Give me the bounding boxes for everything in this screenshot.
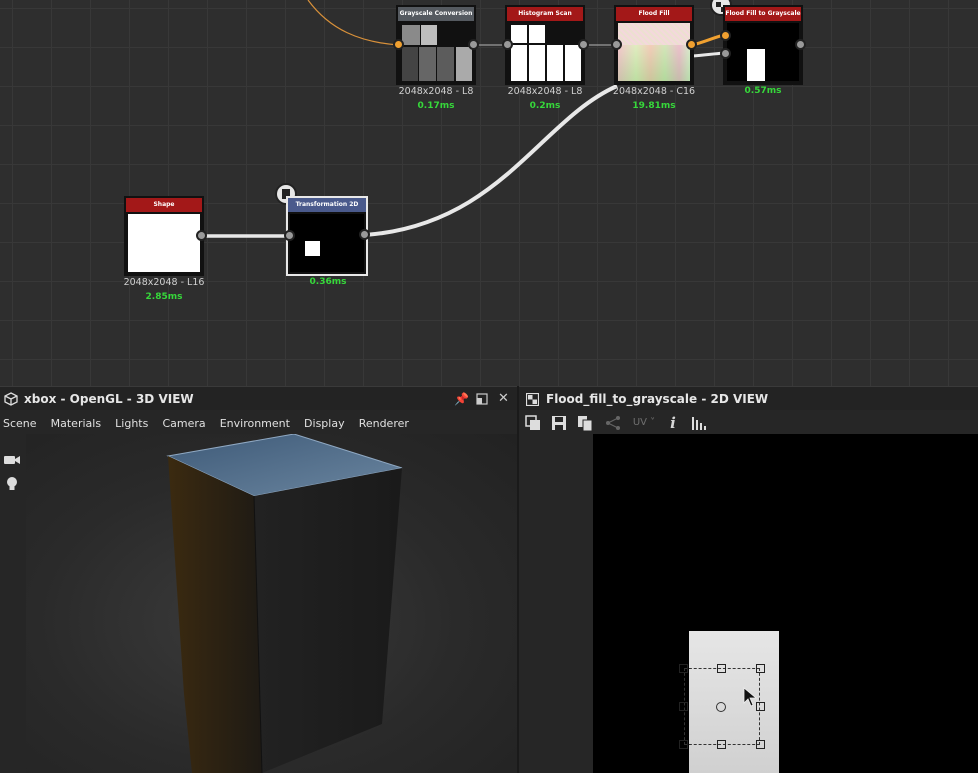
node-thumbnail bbox=[290, 214, 364, 272]
node-title: Grayscale Conversion bbox=[398, 7, 474, 21]
float-window-icon[interactable] bbox=[476, 393, 488, 405]
copy-icon[interactable] bbox=[577, 415, 593, 431]
chevron-down-icon: ˅ bbox=[646, 417, 656, 428]
camera-icon[interactable] bbox=[3, 454, 21, 466]
gizmo-handle-bl[interactable] bbox=[679, 740, 688, 749]
3d-view-panel[interactable]: xbox - OpenGL - 3D VIEW 📌 ✕ Scene Materi… bbox=[0, 386, 518, 773]
node-time: 19.81ms bbox=[632, 101, 676, 111]
node-time: 0.57ms bbox=[744, 86, 782, 96]
pin-icon[interactable]: 📌 bbox=[454, 387, 469, 411]
output-port[interactable] bbox=[196, 230, 207, 241]
node-flood-fill[interactable]: Flood Fill bbox=[614, 5, 694, 85]
gizmo-handle-br[interactable] bbox=[756, 740, 765, 749]
2d-view-header: Flood_fill_to_grayscale - 2D VIEW bbox=[519, 386, 978, 410]
input-port[interactable] bbox=[720, 30, 731, 41]
node-grayscale-conversion[interactable]: Grayscale Conversion bbox=[396, 5, 476, 85]
node-time: 0.2ms bbox=[529, 101, 561, 111]
input-port[interactable] bbox=[611, 39, 622, 50]
node-title: Histogram Scan bbox=[507, 7, 583, 21]
wire-input-orange bbox=[307, 0, 399, 46]
light-bulb-icon[interactable] bbox=[5, 476, 19, 492]
node-thumbnail bbox=[128, 214, 200, 272]
2d-viewport[interactable] bbox=[593, 434, 978, 773]
node-title: Shape bbox=[126, 198, 202, 212]
gizmo-handle-tr[interactable] bbox=[756, 664, 765, 673]
3d-viewport[interactable] bbox=[26, 434, 518, 773]
node-histogram-scan[interactable]: Histogram Scan bbox=[505, 5, 585, 85]
2d-view-panel[interactable]: Flood_fill_to_grayscale - 2D VIEW UV ˅ i bbox=[519, 386, 978, 773]
save-icon[interactable] bbox=[551, 415, 567, 431]
input-port[interactable] bbox=[720, 48, 731, 59]
node-resolution: 2048x2048 - L8 bbox=[507, 86, 583, 97]
node-thumbnail bbox=[618, 23, 690, 81]
gizmo-pivot[interactable] bbox=[716, 702, 726, 712]
3d-view-menubar: Scene Materials Lights Camera Environmen… bbox=[0, 412, 518, 434]
graph-wires bbox=[202, 0, 725, 238]
node-shape[interactable]: Shape bbox=[124, 196, 204, 276]
gizmo-handle-ml[interactable] bbox=[679, 702, 688, 711]
close-icon[interactable]: ✕ bbox=[498, 387, 509, 411]
3d-view-title: xbox - OpenGL - 3D VIEW bbox=[24, 392, 194, 406]
node-time: 0.17ms bbox=[417, 101, 455, 111]
node-title: Transformation 2D bbox=[288, 198, 366, 212]
3d-view-header: xbox - OpenGL - 3D VIEW 📌 ✕ bbox=[0, 386, 518, 410]
node-time: 2.85ms bbox=[145, 292, 183, 302]
node-thumbnail bbox=[509, 23, 581, 81]
layers-icon[interactable] bbox=[525, 415, 541, 431]
mouse-cursor-icon bbox=[743, 687, 758, 707]
node-thumbnail bbox=[400, 23, 472, 81]
gizmo-handle-bc[interactable] bbox=[717, 740, 726, 749]
node-time: 0.36ms bbox=[309, 277, 347, 287]
node-title: Flood Fill bbox=[616, 7, 692, 21]
menu-environment[interactable]: Environment bbox=[220, 417, 290, 430]
2d-view-title: Flood_fill_to_grayscale - 2D VIEW bbox=[546, 392, 769, 406]
input-port[interactable] bbox=[393, 39, 404, 50]
node-graph[interactable]: Grayscale Conversion 2048x2048 - L8 0.17… bbox=[0, 0, 978, 386]
3d-side-toolbar bbox=[0, 434, 26, 773]
3d-box-mesh bbox=[166, 434, 403, 773]
menu-scene[interactable]: Scene bbox=[3, 417, 37, 430]
menu-renderer[interactable]: Renderer bbox=[359, 417, 409, 430]
uv-dropdown[interactable]: UV ˅ bbox=[629, 415, 659, 431]
2d-view-toolbar: UV ˅ i bbox=[519, 412, 978, 434]
node-resolution: 2048x2048 - L8 bbox=[398, 86, 474, 97]
node-flood-fill-to-grayscale[interactable]: Flood Fill to Grayscale bbox=[723, 5, 803, 85]
share-icon bbox=[606, 416, 620, 430]
output-port[interactable] bbox=[468, 39, 479, 50]
output-port[interactable] bbox=[795, 39, 806, 50]
output-port[interactable] bbox=[578, 39, 589, 50]
node-thumbnail bbox=[727, 23, 799, 81]
node-resolution: 2048x2048 - L16 bbox=[123, 277, 205, 288]
menu-materials[interactable]: Materials bbox=[51, 417, 101, 430]
node-title: Flood Fill to Grayscale bbox=[725, 7, 801, 21]
menu-display[interactable]: Display bbox=[304, 417, 345, 430]
node-resolution: 2048x2048 - C16 bbox=[612, 86, 696, 97]
node-transformation-2d[interactable]: Transformation 2D bbox=[286, 196, 368, 276]
info-icon[interactable]: i bbox=[665, 415, 681, 431]
histogram-icon[interactable] bbox=[691, 415, 707, 431]
menu-lights[interactable]: Lights bbox=[115, 417, 148, 430]
gizmo-handle-tl[interactable] bbox=[679, 664, 688, 673]
input-port[interactable] bbox=[502, 39, 513, 50]
cube-icon bbox=[4, 392, 18, 406]
uv-label: UV bbox=[632, 417, 647, 428]
output-port[interactable] bbox=[359, 229, 370, 240]
gizmo-handle-tc[interactable] bbox=[717, 664, 726, 673]
menu-camera[interactable]: Camera bbox=[162, 417, 205, 430]
input-port[interactable] bbox=[284, 230, 295, 241]
checker-icon bbox=[526, 393, 539, 406]
output-port[interactable] bbox=[686, 39, 697, 50]
